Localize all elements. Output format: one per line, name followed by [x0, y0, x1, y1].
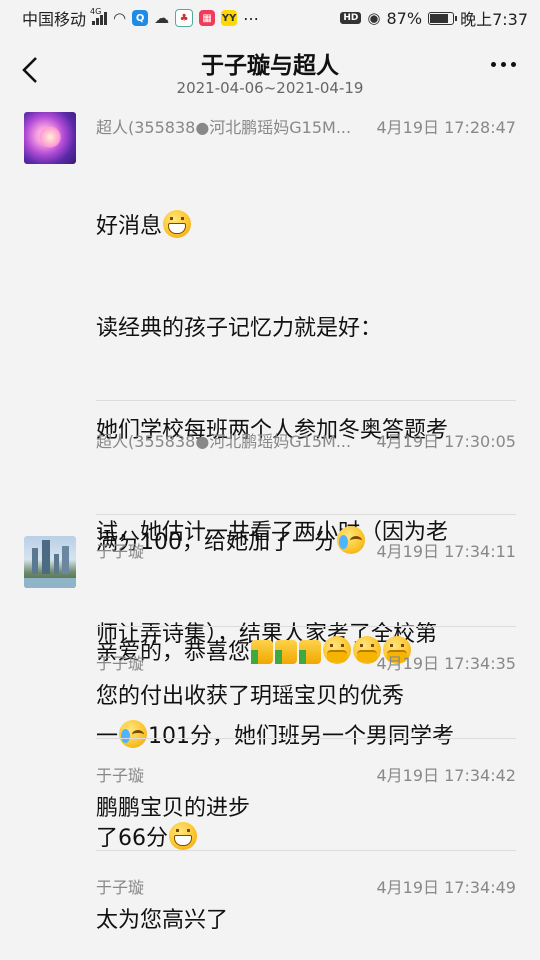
hd-voice-icon: HD: [340, 12, 362, 24]
clock: 晚上7:37: [460, 10, 528, 29]
message-line: 读经典的孩子记忆力就是好：: [96, 316, 383, 341]
status-bar: 中国移动 4G ◠ Q ☁ ♣ ▦ YY ⋯ HD ◉ 87% 晚上7:37: [0, 0, 540, 36]
divider: [96, 738, 516, 739]
cellular-signal-icon: 4G: [90, 7, 108, 25]
message-header: 于子璇 4月19日 17:34:11: [96, 538, 517, 561]
message-text: 您的付出收获了玥瑶宝贝的优秀: [96, 684, 405, 709]
more-notifications-icon: ⋯: [243, 8, 260, 28]
sender-name: 于子璇: [96, 878, 145, 896]
more-dots-icon: [491, 62, 496, 67]
app-notification-icon: YY: [221, 10, 238, 26]
message-header: 于子璇 4月19日 17:34:42: [96, 762, 517, 785]
message-header: 于子璇 4月19日 17:34:49: [96, 874, 517, 897]
cloud-icon: ☁: [154, 9, 170, 27]
app-notification-icon: ▦: [199, 10, 216, 26]
date-range: 2021-04-06~2021-04-19: [176, 79, 364, 97]
app-notification-icon: ♣: [175, 9, 194, 27]
avatar[interactable]: [24, 536, 76, 588]
message-time: 4月19日 17:34:42: [376, 766, 517, 785]
message-time: 4月19日 17:34:49: [376, 878, 517, 897]
chat-header: 于子璇与超人 2021-04-06~2021-04-19: [0, 36, 540, 106]
message-header: 超人(355838●河北鹏瑶妈G15M... 4月19日 17:28:47: [96, 114, 517, 137]
eye-comfort-icon: ◉: [367, 9, 381, 27]
battery-level: [430, 13, 449, 23]
message-line: 好消息: [96, 210, 518, 244]
divider: [96, 850, 516, 851]
divider: [96, 626, 516, 627]
battery-icon: [428, 11, 458, 25]
message-text: 鹏鹏宝贝的进步: [96, 796, 251, 821]
message-header: 于子璇 4月19日 17:34:35: [96, 650, 517, 673]
status-bar-left: 中国移动 4G ◠ Q ☁ ♣ ▦ YY ⋯: [22, 6, 259, 30]
status-bar-right: HD ◉ 87% 晚上7:37: [340, 6, 528, 30]
message-text: 太为您高兴了: [96, 908, 229, 933]
grinning-emoji: [169, 822, 197, 850]
divider: [96, 400, 516, 401]
network-type: 4G: [90, 7, 102, 16]
app-notification-icon: Q: [132, 10, 149, 26]
message-time: 4月19日 17:34:11: [376, 542, 517, 561]
message-header: 超人(355838●河北鹏瑶妈G15M... 4月19日 17:30:05: [96, 428, 517, 451]
avatar[interactable]: [24, 112, 76, 164]
sender-name: 超人(355838●河北鹏瑶妈G15M...: [96, 118, 352, 136]
wifi-icon: ◠: [113, 9, 127, 27]
sender-name: 于子璇: [96, 766, 145, 784]
battery-percent: 87%: [386, 8, 423, 28]
sender-name: 于子璇: [96, 542, 145, 560]
chat-history-screen: 中国移动 4G ◠ Q ☁ ♣ ▦ YY ⋯ HD ◉ 87% 晚上7:37 于…: [0, 0, 540, 960]
page-title: 于子璇与超人: [201, 53, 339, 79]
sender-name: 于子璇: [96, 654, 145, 672]
grinning-emoji: [163, 210, 192, 238]
sender-name: 超人(355838●河北鹏瑶妈G15M...: [96, 432, 352, 450]
divider: [96, 514, 516, 515]
message-time: 4月19日 17:28:47: [376, 118, 517, 137]
more-button[interactable]: [491, 62, 516, 67]
carrier-name: 中国移动: [22, 10, 87, 29]
message-time: 4月19日 17:30:05: [376, 432, 517, 451]
message-time: 4月19日 17:34:35: [376, 654, 517, 673]
